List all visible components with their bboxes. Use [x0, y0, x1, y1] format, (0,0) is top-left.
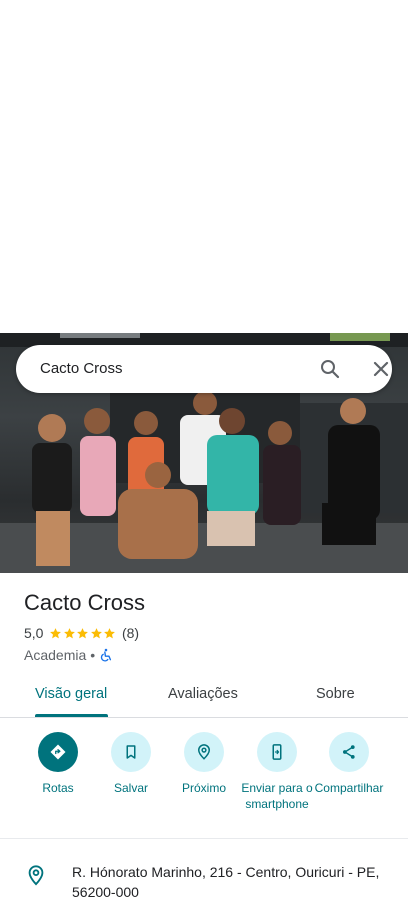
- nearby-icon: [184, 732, 224, 772]
- search-input[interactable]: Cacto Cross: [40, 360, 123, 377]
- bookmark-icon: [111, 732, 151, 772]
- place-category[interactable]: Academia: [24, 647, 86, 663]
- active-tab-indicator: [35, 714, 108, 717]
- review-count[interactable]: (8): [122, 625, 139, 641]
- tab-overview[interactable]: Visão geral: [35, 686, 107, 702]
- place-address[interactable]: R. Hónorato Marinho, 216 - Centro, Ouric…: [72, 862, 392, 902]
- search-bar[interactable]: Cacto Cross: [16, 345, 392, 393]
- section-divider: [0, 838, 408, 839]
- save-button[interactable]: Salvar: [93, 732, 169, 796]
- rating-row[interactable]: 5,0 (8): [24, 625, 139, 641]
- category-row: Academia •: [24, 647, 113, 663]
- star-icon: [50, 627, 62, 638]
- star-icon: [91, 627, 102, 638]
- send-to-phone-button[interactable]: Enviar para o smartphone: [239, 732, 315, 812]
- search-icon[interactable]: [318, 357, 342, 381]
- directions-label: Rotas: [42, 781, 74, 795]
- tab-reviews[interactable]: Avaliações: [168, 686, 238, 702]
- send-to-phone-icon: [257, 732, 297, 772]
- place-title: Cacto Cross: [24, 590, 146, 615]
- directions-icon: [38, 732, 78, 772]
- action-buttons: Rotas Salvar Próximo Enviar para o smart…: [0, 732, 408, 832]
- share-icon: [329, 732, 369, 772]
- star-icon: [104, 627, 116, 638]
- share-button[interactable]: Compartilhar: [311, 732, 387, 796]
- location-pin-icon: [25, 863, 47, 887]
- star-icon: [77, 627, 89, 638]
- star-icon: [64, 627, 75, 638]
- share-label: Compartilhar: [314, 781, 384, 795]
- directions-button[interactable]: Rotas: [20, 732, 96, 796]
- place-tabs: Visão geral Avaliações Sobre: [0, 672, 408, 718]
- separator-dot: •: [90, 647, 96, 663]
- map-blank-area: [0, 0, 408, 333]
- wheelchair-accessible-icon: [99, 648, 113, 662]
- nearby-button[interactable]: Próximo: [166, 732, 242, 796]
- close-icon[interactable]: [369, 357, 393, 381]
- star-rating: [49, 627, 117, 640]
- send-to-phone-label: Enviar para o smartphone: [241, 781, 313, 811]
- save-label: Salvar: [113, 781, 148, 795]
- nearby-label: Próximo: [181, 781, 226, 795]
- tab-about[interactable]: Sobre: [316, 686, 355, 702]
- rating-value: 5,0: [24, 625, 44, 641]
